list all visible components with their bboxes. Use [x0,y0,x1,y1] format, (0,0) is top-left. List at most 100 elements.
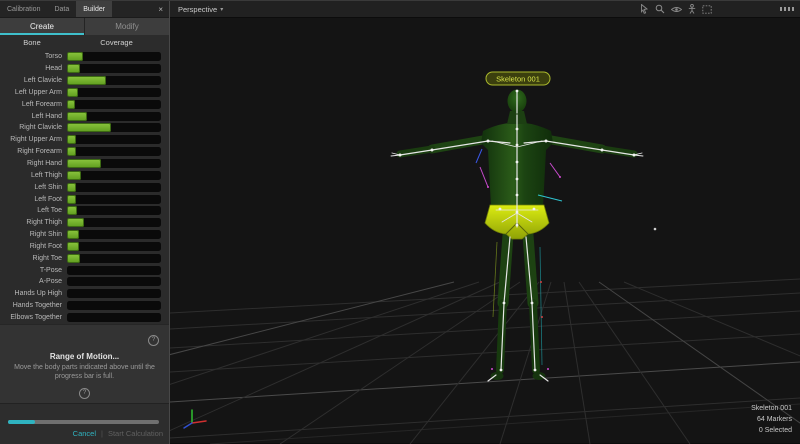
coverage-bar [67,147,161,156]
viewport-toolbar: Perspective ▾ [170,1,800,18]
coverage-bar-fill [67,195,76,204]
bone-name: Hands Together [0,302,67,309]
tab-create[interactable]: Create [0,18,84,35]
coverage-bar [67,159,161,168]
bone-row: Right Clavicle [0,122,169,134]
bone-row: Right Forearm [0,146,169,158]
chevron-down-icon: ▾ [220,6,223,13]
coverage-bar-fill [67,171,81,180]
selection-stats: Skeleton 00164 Markers0 Selected [751,403,792,436]
help-icon[interactable]: ? [79,388,90,399]
coverage-bar [67,52,161,61]
instruction-description: Move the body parts indicated above unti… [10,364,159,381]
range-of-motion-info: ? Range of Motion... Move the body parts… [0,324,169,403]
bone-row: Right Shin [0,229,169,241]
bone-row: Right Thigh [0,217,169,229]
bone-name: Left Thigh [0,172,67,179]
bone-row: Left Foot [0,193,169,205]
panel-tab-bar: Calibration Data Builder × [0,1,169,18]
zoom-icon[interactable] [655,4,665,14]
bone-name: Left Forearm [0,101,67,108]
coverage-bar [67,195,161,204]
coverage-bar-fill [67,112,87,121]
close-icon[interactable]: × [152,1,169,17]
coverage-bar-fill [67,100,75,109]
coverage-bar [67,277,161,286]
bone-name: A-Pose [0,278,67,285]
coverage-bar [67,135,161,144]
coverage-bar [67,242,161,251]
instruction-title: Range of Motion... [0,352,169,361]
viewport-tool-group [640,1,712,17]
coverage-bar [67,230,161,239]
coverage-bar-fill [67,88,78,97]
tab-modify[interactable]: Modify [85,18,169,35]
bone-name: Right Toe [0,255,67,262]
bone-row: Left Hand [0,110,169,122]
coverage-bar [67,123,161,132]
coverage-bar-fill [67,183,76,192]
bone-name: Elbows Together [0,314,67,321]
viewport-stat: Skeleton 001 [751,403,792,414]
bone-name: Left Upper Arm [0,89,67,96]
button-separator: | [101,429,103,438]
coverage-bar [67,206,161,215]
viewport-layout-icon[interactable] [780,1,795,17]
bone-name: Left Toe [0,207,67,214]
tab-data[interactable]: Data [47,1,76,17]
start-calculation-button[interactable]: Start Calculation [108,429,163,438]
bone-row: Right Foot [0,241,169,253]
bone-row: Left Thigh [0,169,169,181]
scene-canvas[interactable]: Skeleton 001 [170,17,800,444]
bone-name: Torso [0,53,67,60]
coverage-bar-fill [67,254,80,263]
stray-marker [654,228,657,231]
coverage-bar [67,76,161,85]
bone-row: Head [0,63,169,75]
bone-row: Hands Up High [0,288,169,300]
application-window: Calibration Data Builder × Create Modify… [0,0,800,443]
coverage-bar-fill [67,64,80,73]
bone-name: T-Pose [0,267,67,274]
coverage-bar-fill [67,242,79,251]
coverage-bar [67,301,161,310]
eye-icon[interactable] [671,5,682,14]
bone-name: Head [0,65,67,72]
cancel-button[interactable]: Cancel [73,429,96,438]
coverage-bar [67,266,161,275]
coverage-bar [67,100,161,109]
coverage-bar [67,218,161,227]
bone-row: Right Upper Arm [0,134,169,146]
skeleton-icon[interactable] [688,4,696,14]
camera-view-dropdown[interactable]: Perspective ▾ [170,5,223,14]
bone-row: T-Pose [0,264,169,276]
builder-panel: Calibration Data Builder × Create Modify… [0,1,170,444]
bone-name: Right Hand [0,160,67,167]
coverage-bar-fill [67,159,101,168]
column-bone: Bone [0,38,64,47]
bone-name: Left Shin [0,184,67,191]
bone-name: Right Clavicle [0,124,67,131]
bone-name: Right Shin [0,231,67,238]
viewport-3d[interactable]: Perspective ▾ [170,1,800,443]
bone-row: A-Pose [0,276,169,288]
bone-name: Right Forearm [0,148,67,155]
bone-name: Left Clavicle [0,77,67,84]
tab-builder[interactable]: Builder [76,1,112,17]
bone-row: Torso [0,51,169,63]
bone-row: Right Toe [0,252,169,264]
marquee-select-icon[interactable] [702,5,712,14]
calculation-progress-bar [8,420,159,424]
coverage-bar [67,88,161,97]
viewport-stat: 64 Markers [751,414,792,425]
bone-row: Hands Together [0,300,169,312]
bone-row: Left Shin [0,181,169,193]
bone-name: Left Foot [0,196,67,203]
bone-row: Left Clavicle [0,75,169,87]
help-icon[interactable]: ? [148,335,159,346]
tab-calibration[interactable]: Calibration [0,1,47,17]
column-coverage: Coverage [64,38,169,47]
bone-coverage-list: Torso Head Left Clavicle Left Upper Arm Left… [0,50,169,324]
column-header: Bone Coverage [0,35,169,50]
select-cursor-icon[interactable] [640,4,649,14]
